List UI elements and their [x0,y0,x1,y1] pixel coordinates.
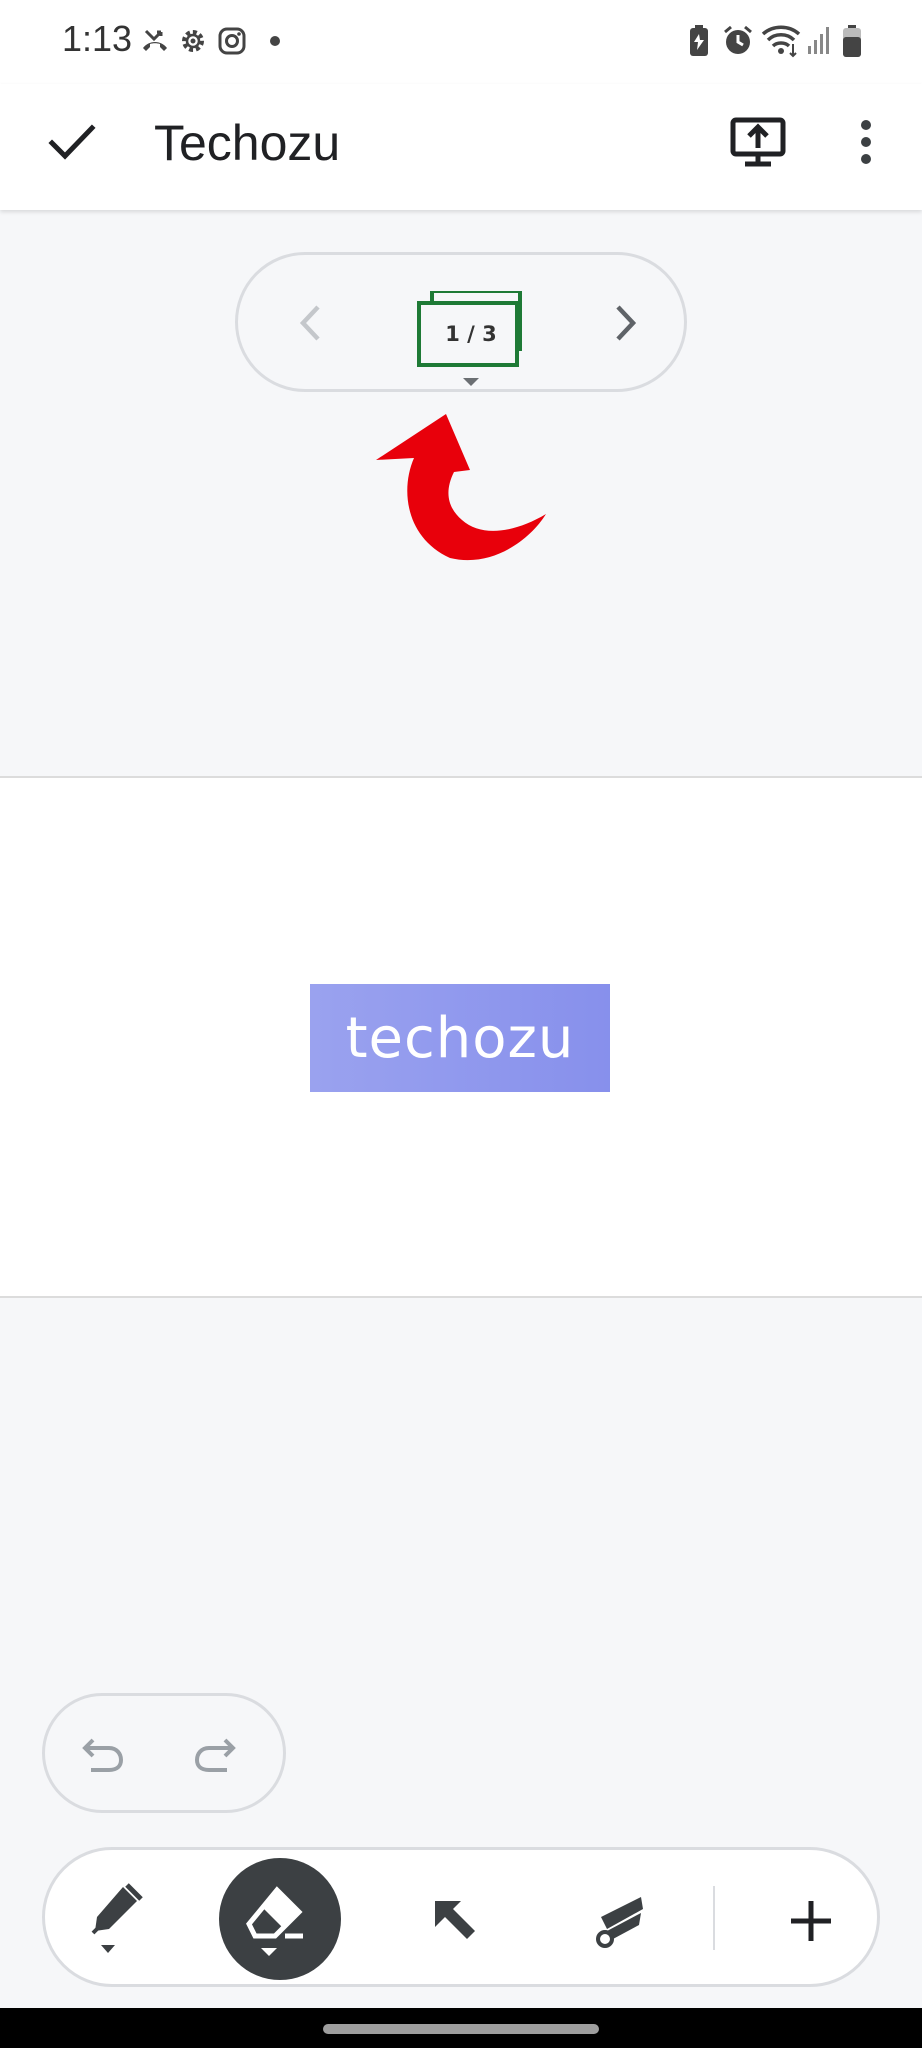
redo-button[interactable] [183,1722,247,1786]
undo-icon [82,1738,124,1772]
present-to-screen-icon [730,117,786,167]
undo-button[interactable] [71,1722,135,1786]
techozu-logo[interactable]: techozu [310,984,610,1092]
wifi-icon [761,25,801,58]
settings-icon [182,30,204,52]
status-bar: 1:13 [0,0,922,84]
add-button[interactable] [769,1876,853,1966]
chevron-right-icon [616,305,637,341]
system-navigation-bar [0,2008,922,2048]
next-page-button[interactable] [594,291,658,355]
slide-canvas[interactable]: techozu [0,776,922,1298]
logo-text: techozu [345,1005,575,1071]
document-title[interactable]: Techozu [154,114,340,172]
laser-pointer-button[interactable] [579,1876,663,1966]
more-vert-icon [861,120,871,164]
page-count-text: 1 / 3 [445,322,497,346]
check-icon [48,124,96,160]
eraser-tool-button[interactable] [219,1858,341,1980]
missed-call-icon [143,29,167,51]
pen-icon [91,1883,143,1953]
app-bar: Techozu [0,84,922,210]
chevron-left-icon [299,305,320,341]
done-button[interactable] [36,106,108,178]
battery-icon [843,25,861,57]
status-time: 1:13 [62,18,133,59]
home-gesture-bar[interactable] [323,2024,599,2034]
select-arrow-icon [435,1901,475,1939]
signal-icon [808,27,829,54]
more-options-button[interactable] [830,106,902,178]
present-button[interactable] [722,106,794,178]
laser-pointer-icon [596,1897,643,1948]
notification-dot-icon [270,36,280,46]
add-icon [791,1901,831,1941]
instagram-icon [218,27,246,55]
toolbar-divider [713,1886,715,1950]
pen-tool-button[interactable] [75,1876,159,1966]
red-curved-arrow-icon [376,414,546,561]
alarm-icon [724,25,752,54]
drawing-toolbar [42,1847,880,1987]
eraser-icon [246,1886,303,1956]
page-navigator: 1 / 3 [235,252,687,392]
page-counter[interactable]: 1 / 3 [416,291,526,386]
undo-redo-group [42,1693,286,1813]
battery-saver-icon [690,25,708,56]
redo-icon [194,1738,236,1772]
select-tool-button[interactable] [413,1876,497,1966]
dropdown-arrow-icon [463,378,479,386]
previous-page-button[interactable] [278,291,342,355]
